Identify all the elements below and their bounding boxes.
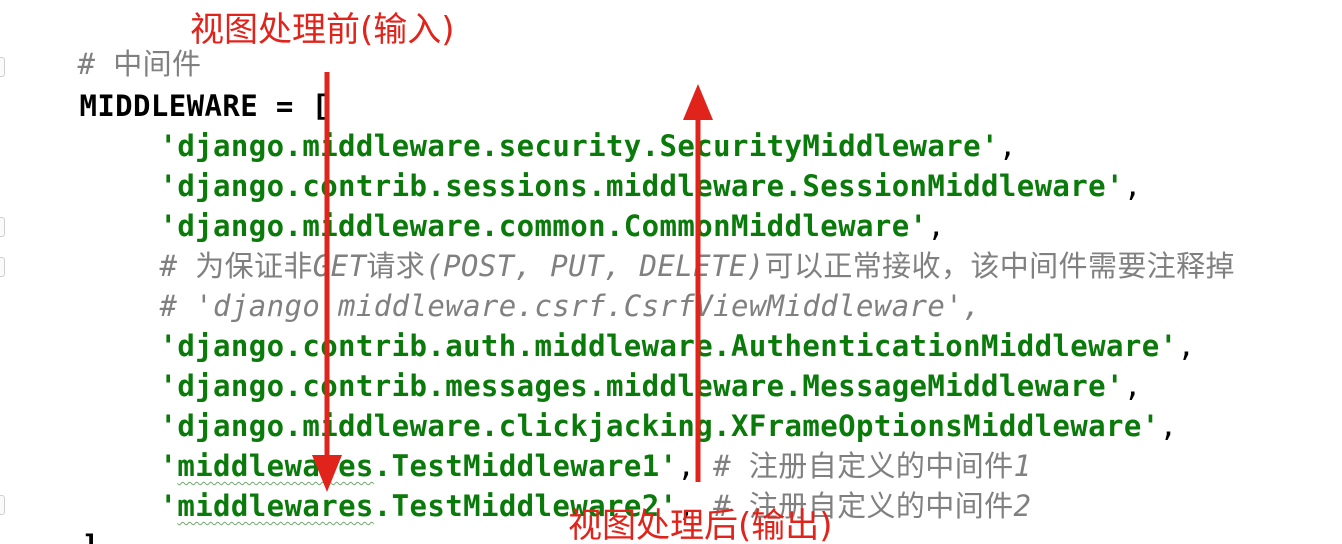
package-name: middlewares [177,489,374,523]
code-line-security: 'django.middleware.security.SecurityMidd… [88,86,1017,163]
code-line-csrf-commented: # 'django.middleware.csrf.CsrfViewMiddle… [88,246,981,323]
code-line-comment-middleware: # 中间件 [6,4,201,81]
comma: , [1159,409,1178,443]
request-phase-label: 视图处理前(输入) [190,10,455,50]
string-quote: ' [159,489,178,523]
code-line-auth: 'django.contrib.auth.middleware.Authenti… [88,286,1195,363]
comment-number: 2 [1013,489,1032,523]
fold-marker-comment-1[interactable] [0,217,5,237]
code-line-close: ] [10,486,99,544]
fold-marker-comment-2[interactable] [0,257,5,277]
response-phase-label: 视图处理后(输出) [568,506,833,544]
code-line-messages: 'django.contrib.messages.middleware.Mess… [88,326,1142,403]
code-editor: # 中间件 MIDDLEWARE = [ 'django.middleware.… [0,0,1342,544]
code-line-test-middleware-2: 'middlewares.TestMiddleware2', # 注册自定义的中… [88,446,1031,523]
code-line-sessions: 'django.contrib.sessions.middleware.Sess… [88,126,1142,203]
code-line-declaration: MIDDLEWARE = [ [8,46,330,123]
close-bracket: ] [81,529,99,544]
code-line-common: 'django.middleware.common.CommonMiddlewa… [88,166,945,243]
code-line-clickjacking: 'django.middleware.clickjacking.XFrameOp… [88,366,1177,443]
comma: , [1177,329,1196,363]
code-line-csrf-note: # 为保证非GET请求(POST, PUT, DELETE)可以正常接收，该中间… [88,206,1235,283]
comma: , [1123,169,1142,203]
fold-marker-open[interactable] [0,57,5,77]
fold-marker-close[interactable] [0,495,5,515]
code-line-test-middleware-1: 'middlewares.TestMiddleware1', # 注册自定义的中… [88,406,1031,483]
